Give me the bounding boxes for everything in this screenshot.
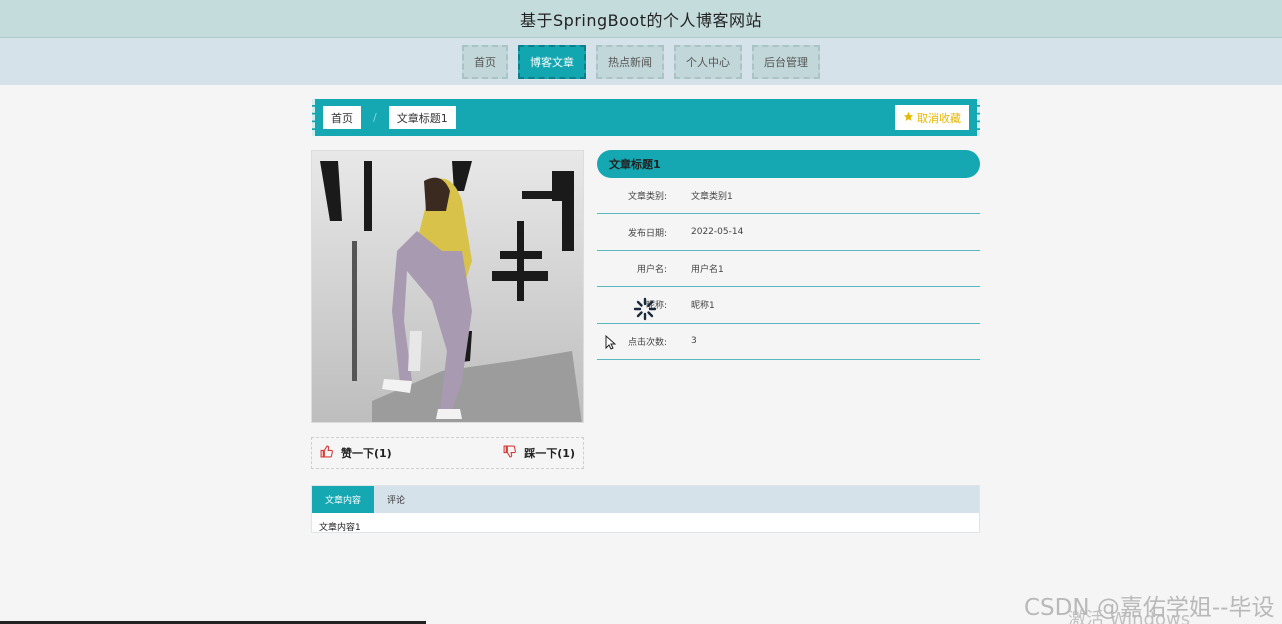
breadcrumb: 首页 / 文章标题1 取消收藏 (312, 99, 980, 136)
thumbs-down-icon (503, 445, 517, 461)
nav-item-home[interactable]: 首页 (462, 44, 508, 79)
info-label: 文章类别: (627, 192, 667, 203)
info-value: 3 (691, 336, 697, 347)
windows-activation-watermark: 激活 Windows (1068, 609, 1191, 624)
article-title: 文章标题1 (597, 150, 980, 178)
tab-article-content[interactable]: 文章内容 (312, 486, 375, 513)
info-value: 昵称1 (691, 301, 715, 312)
dislike-label: 踩一下(1) (524, 447, 575, 460)
mouse-cursor-icon (605, 334, 617, 354)
info-value: 文章类别1 (691, 192, 733, 203)
article-tabs: 文章内容 评论 文章内容1 (311, 485, 980, 533)
info-value: 2022-05-14 (691, 227, 744, 238)
nav-item-blog-articles[interactable]: 博客文章 (518, 44, 586, 79)
nav-item-admin[interactable]: 后台管理 (752, 44, 820, 79)
vote-box: 赞一下(1) 踩一下(1) (311, 437, 584, 469)
unfavorite-button[interactable]: 取消收藏 (895, 105, 969, 130)
dislike-button[interactable]: 踩一下(1) (503, 445, 575, 461)
nav-item-personal-center[interactable]: 个人中心 (674, 44, 742, 79)
like-label: 赞一下(1) (341, 447, 392, 460)
article-content: 文章内容1 (319, 523, 361, 533)
tab-comments[interactable]: 评论 (374, 486, 418, 513)
info-label: 用户名: (636, 264, 667, 275)
main-nav: 首页 博客文章 热点新闻 个人中心 后台管理 (0, 38, 1282, 85)
like-button[interactable]: 赞一下(1) (320, 445, 392, 461)
info-row-category: 文章类别: 文章类别1 (597, 178, 980, 215)
article-info-list: 文章类别: 文章类别1 发布日期: 2022-05-14 用户名: 用户名1 昵… (597, 178, 980, 360)
breadcrumb-home[interactable]: 首页 (323, 106, 361, 129)
cover-image (311, 150, 584, 423)
site-header: 基于SpringBoot的个人博客网站 (0, 0, 1282, 38)
breadcrumb-separator: / (373, 111, 377, 124)
tab-header: 文章内容 评论 (312, 486, 979, 513)
nav-item-hot-news[interactable]: 热点新闻 (596, 44, 664, 79)
info-value: 用户名1 (691, 264, 724, 275)
breadcrumb-current: 文章标题1 (388, 106, 456, 129)
info-row-click-count: 点击次数: 3 (597, 324, 980, 360)
info-row-publish-date: 发布日期: 2022-05-14 (597, 214, 980, 251)
info-row-username: 用户名: 用户名1 (597, 251, 980, 288)
info-label: 发布日期: (627, 228, 667, 239)
unfavorite-label: 取消收藏 (917, 111, 961, 125)
loading-spinner-icon (633, 297, 657, 325)
thumbs-up-icon (320, 445, 334, 461)
star-icon (903, 111, 914, 125)
site-title: 基于SpringBoot的个人博客网站 (520, 10, 762, 30)
